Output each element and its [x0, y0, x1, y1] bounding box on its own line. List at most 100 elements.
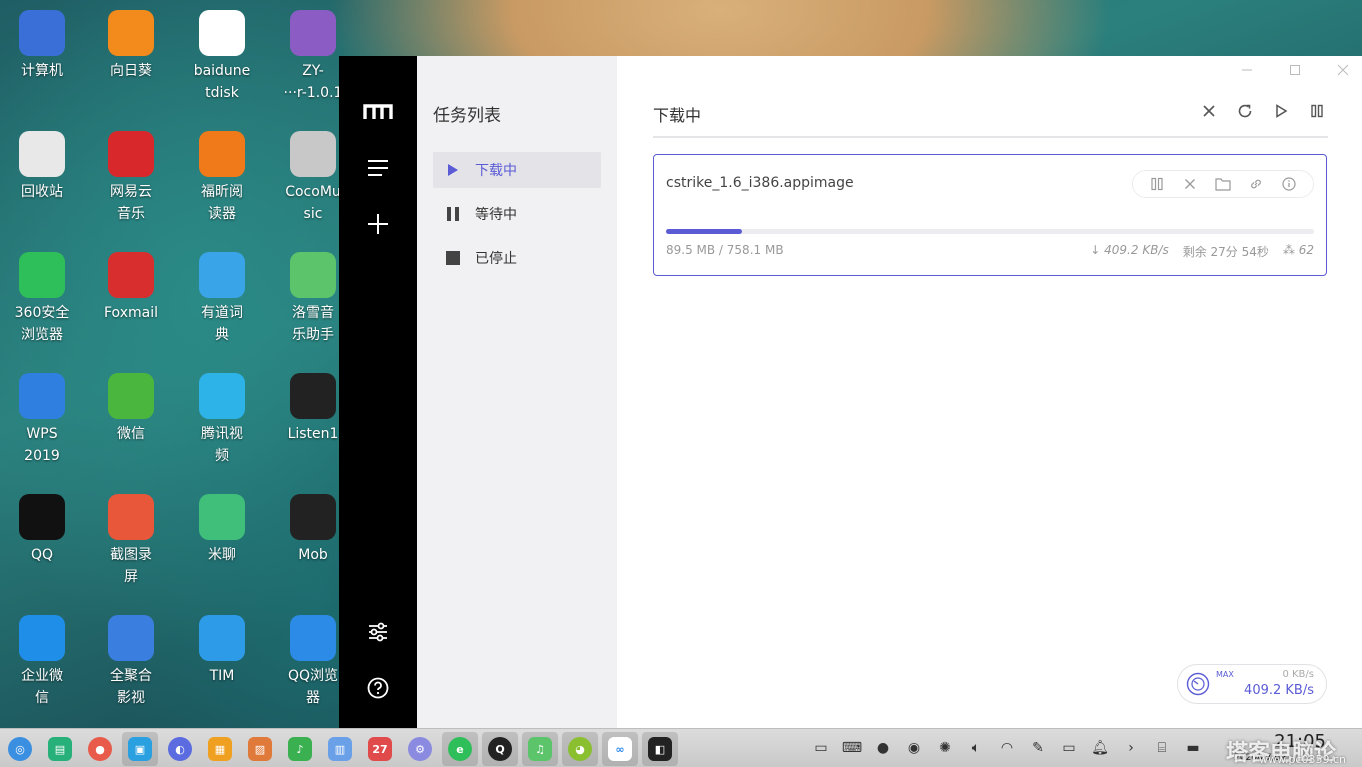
desktop-icon-label: 企业微 信 [21, 668, 63, 706]
desktop-icon-item[interactable]: 全聚合 影视 [87, 605, 175, 723]
launcher-button[interactable]: ◎ [2, 732, 38, 766]
taskbar-browser[interactable]: ◐ [162, 732, 198, 766]
logo-icon [339, 92, 417, 132]
foxit-icon [199, 131, 245, 177]
desktop-icon-item[interactable]: 网易云 音乐 [87, 121, 175, 239]
desktop-icon-item[interactable]: 腾讯视 频 [178, 363, 266, 481]
refresh-icon[interactable] [1234, 100, 1256, 122]
nav-item-waiting[interactable]: 等待中 [433, 196, 601, 232]
task-stats: ↓ 409.2 KB/s 剩余 27分 54秒 ⁂ 62 [1090, 243, 1314, 260]
battery-icon[interactable]: ▭ [1058, 737, 1080, 759]
close-icon[interactable] [1334, 60, 1352, 80]
nav-item-label: 已停止 [475, 251, 517, 267]
foxmail-icon [108, 252, 154, 298]
launcher-icon: ◎ [8, 737, 32, 761]
delete-icon[interactable] [1181, 175, 1199, 193]
taskbar-store[interactable]: ▦ [202, 732, 238, 766]
settings-icon[interactable] [339, 612, 417, 652]
download-speed: 409.2 KB/s [1244, 683, 1314, 698]
file-icon [290, 10, 336, 56]
qq-tray-icon[interactable]: ◉ [903, 737, 925, 759]
taskbar: ◎ ▤ ● ▣ ◐ ▦ ▨ ♪ ▥ 27 ⚙ e Q ♫ ◕ ∞ ◧ ▭ ⌨ ●… [0, 728, 1362, 767]
volume-icon[interactable]: 🔈︎ [965, 737, 987, 759]
motrix-window: 任务列表 下载中 等待中 已停止 下载中 cstrike_1.6_i386.ap… [339, 56, 1362, 728]
clock[interactable]: 21:05 2020/07/09 塔客电脑论坛 www.pc0359.cn [1226, 731, 1356, 767]
pause-all-icon[interactable] [1306, 100, 1328, 122]
add-task-icon[interactable] [339, 204, 417, 244]
task-item[interactable]: cstrike_1.6_i386.appimage 89.5 MB / 758.… [653, 154, 1327, 276]
music-player-icon: ♪ [288, 737, 312, 761]
task-speed: ↓ 409.2 KB/s [1090, 243, 1169, 257]
resume-all-icon[interactable] [1270, 100, 1292, 122]
desktop-icon-item[interactable]: Foxmail [87, 242, 175, 360]
connections-icon: ⁂ [1282, 243, 1295, 257]
desktop-icon-label: WPS 2019 [24, 426, 60, 464]
taskbar-image-viewer[interactable]: ▨ [242, 732, 278, 766]
taskbar-motrix[interactable]: ◧ [642, 732, 678, 766]
info-icon[interactable] [1280, 175, 1298, 193]
keyboard-icon[interactable]: ⌨ [841, 737, 863, 759]
taskbar-baidu-disk[interactable]: ∞ [602, 732, 638, 766]
lx-music-icon [290, 252, 336, 298]
wifi-icon[interactable]: ◠ [996, 737, 1018, 759]
screenshot-icon [108, 494, 154, 540]
task-nav: 下载中 等待中 已停止 [433, 152, 601, 284]
chevron-right-icon[interactable]: › [1120, 737, 1142, 759]
taskbar-music-2[interactable]: ◕ [562, 732, 598, 766]
page-title: 下载中 [653, 106, 702, 125]
task-remaining: 剩余 27分 54秒 [1182, 245, 1269, 259]
sunflower-tray-icon[interactable]: ✺ [934, 737, 956, 759]
desktop-icon-label: 福昕阅 读器 [201, 184, 243, 222]
speed-meter[interactable]: MAX 0 KB/s 409.2 KB/s [1177, 664, 1327, 704]
pen-icon[interactable]: ✎ [1027, 737, 1049, 759]
desktop-icon-label: baidune tdisk [193, 63, 251, 101]
desktop-icon-item[interactable]: 计算机 [0, 0, 86, 118]
desktop-icon[interactable]: ▬ [1182, 737, 1204, 759]
taskbar-screen-recorder[interactable]: ● [82, 732, 118, 766]
taskbar-document[interactable]: ▥ [322, 732, 358, 766]
taskbar-calendar[interactable]: 27 [362, 732, 398, 766]
menu-icon[interactable] [339, 148, 417, 188]
taskbar-file-manager[interactable]: ▤ [42, 732, 78, 766]
desktop-icon-item[interactable]: 截图录 屏 [87, 484, 175, 602]
desktop-icon-item[interactable]: 向日葵 [87, 0, 175, 118]
folder-icon[interactable] [1214, 175, 1232, 193]
taskbar-app-store[interactable]: ▣ [122, 732, 158, 766]
desktop-icon-item[interactable]: 360安全 浏览器 [0, 242, 86, 360]
task-actions [1132, 170, 1314, 198]
desktop-icon-item[interactable]: 福昕阅 读器 [178, 121, 266, 239]
delete-all-icon[interactable] [1198, 100, 1220, 122]
taskbar-360-browser[interactable]: e [442, 732, 478, 766]
desktop-icon-item[interactable]: 企业微 信 [0, 605, 86, 723]
desktop-icon-item[interactable]: 微信 [87, 363, 175, 481]
desktop-icon-item[interactable]: 米聊 [178, 484, 266, 602]
nav-item-downloading[interactable]: 下载中 [433, 152, 601, 188]
play-icon [445, 162, 461, 178]
nav-item-stopped[interactable]: 已停止 [433, 240, 601, 276]
app-rail [339, 56, 417, 728]
notification-icon[interactable]: 🔔︎ [1089, 737, 1111, 759]
desktop-icon-label: 网易云 音乐 [110, 184, 152, 222]
link-icon[interactable] [1247, 175, 1265, 193]
desktop-icon-item[interactable]: 回收站 [0, 121, 86, 239]
desktop-icon-item[interactable]: QQ [0, 484, 86, 602]
taskbar-qq[interactable]: Q [482, 732, 518, 766]
minimize-icon[interactable] [1238, 60, 1256, 80]
drive-icon[interactable]: ▭ [810, 737, 832, 759]
desktop-icon-item[interactable]: TIM [178, 605, 266, 723]
pause-icon[interactable] [1148, 175, 1166, 193]
help-icon[interactable] [339, 668, 417, 708]
keyboard-layout-icon[interactable]: ⌸ [1151, 737, 1173, 759]
desktop-icon-item[interactable]: baidune tdisk [178, 0, 266, 118]
maximize-icon[interactable] [1286, 60, 1304, 80]
taskbar-lx-music[interactable]: ♫ [522, 732, 558, 766]
taskbar-settings[interactable]: ⚙ [402, 732, 438, 766]
baidu-disk-icon [199, 10, 245, 56]
pause-icon [445, 206, 461, 222]
calendar-icon: 27 [368, 737, 392, 761]
melon-tray-icon[interactable]: ● [872, 737, 894, 759]
desktop-icon-item[interactable]: WPS 2019 [0, 363, 86, 481]
desktop-icon-label: TIM [209, 668, 235, 684]
desktop-icon-item[interactable]: 有道词 典 [178, 242, 266, 360]
taskbar-music[interactable]: ♪ [282, 732, 318, 766]
